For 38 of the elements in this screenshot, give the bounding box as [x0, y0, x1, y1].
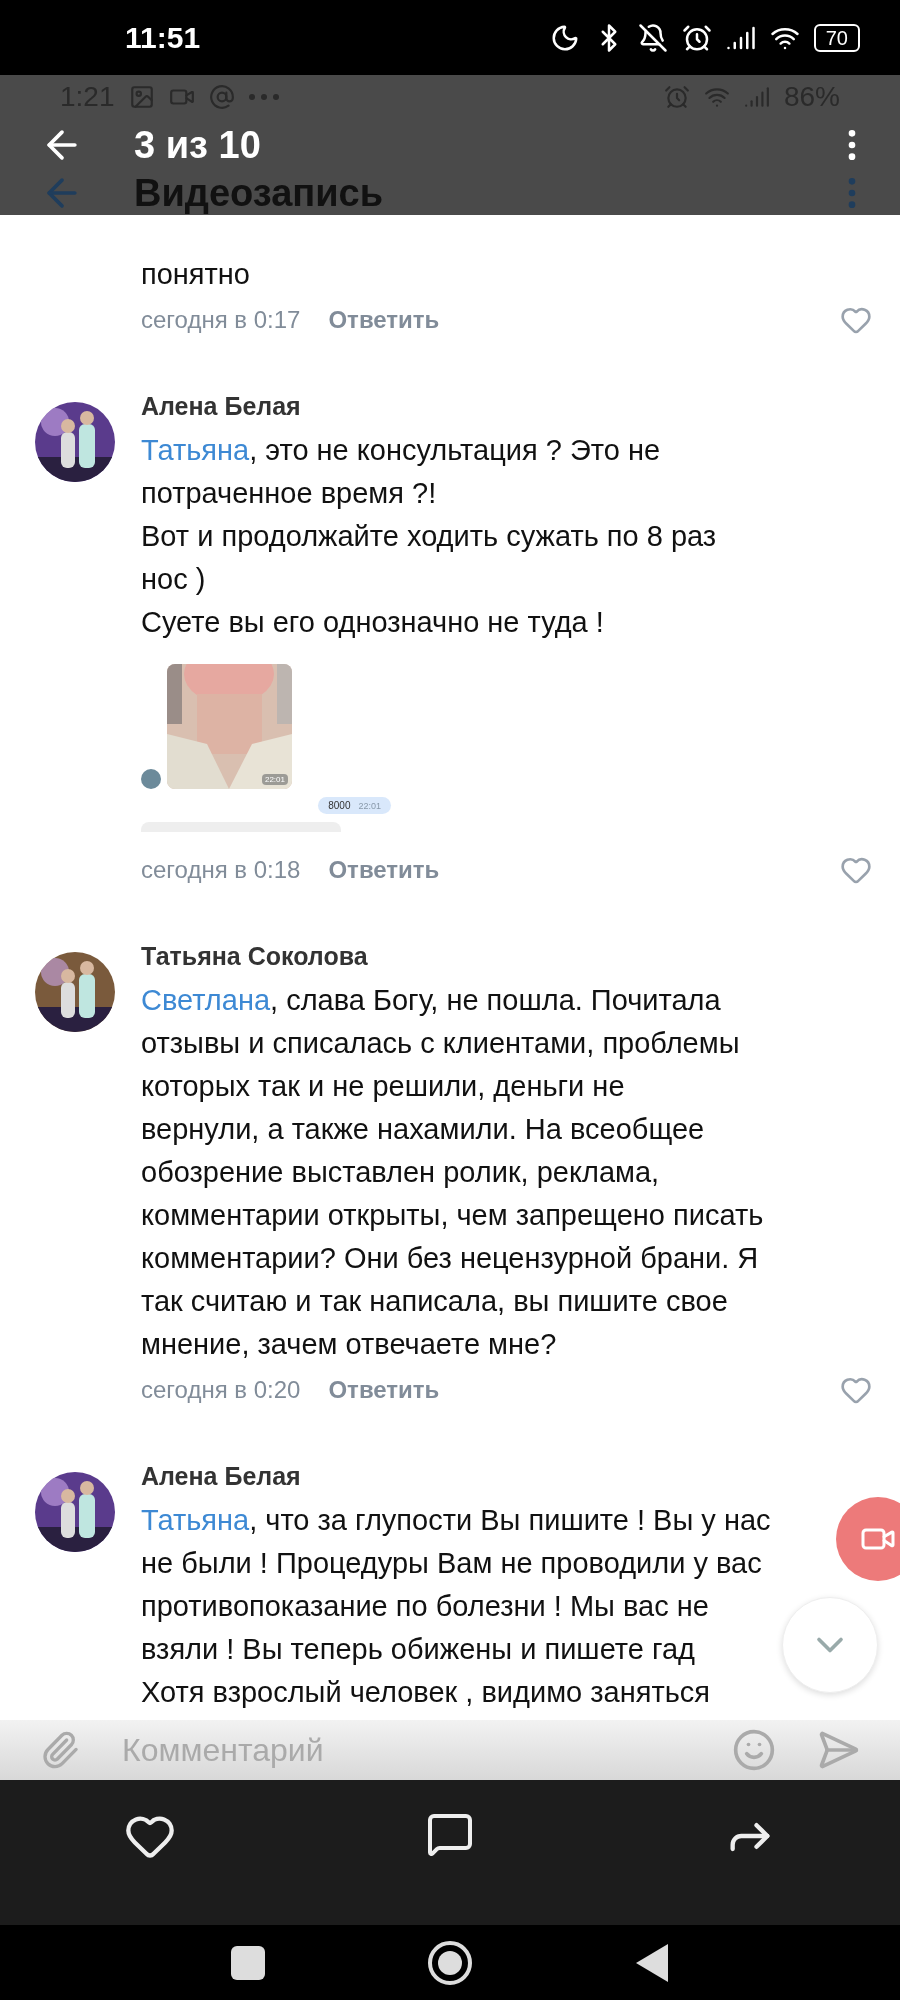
- ellipsis-icon: [248, 94, 279, 100]
- clock: 11:51: [125, 20, 202, 55]
- comment-text: понятно: [141, 257, 251, 292]
- page-title: Видеозапись: [134, 171, 385, 215]
- recents-button[interactable]: [230, 1944, 266, 1981]
- comment-bar[interactable]: Комментарий: [0, 1720, 900, 1780]
- bell-off-icon: [637, 22, 668, 53]
- home-button[interactable]: [426, 1938, 474, 1987]
- author-name[interactable]: Алена Белая: [141, 392, 872, 421]
- battery-icon: 70: [813, 23, 860, 52]
- message-text: 8000: [328, 800, 351, 811]
- mention-link[interactable]: Татьяна: [141, 1504, 250, 1536]
- mention-link[interactable]: Светлана: [141, 984, 271, 1016]
- image-icon: [128, 84, 155, 110]
- signal-icon: [743, 84, 770, 110]
- attach-icon[interactable]: [40, 1730, 80, 1770]
- author-name[interactable]: Алена Белая: [141, 1462, 872, 1491]
- back-button[interactable]: [634, 1941, 670, 1984]
- comment-time: сегодня в 0:18: [141, 856, 301, 884]
- emoji-icon[interactable]: [732, 1728, 776, 1772]
- sender-avatar: [141, 769, 161, 789]
- video-button[interactable]: [836, 1497, 900, 1581]
- message-time: 22:01: [358, 800, 381, 811]
- alarm-icon: [663, 84, 690, 110]
- photo-time: 22:01: [261, 774, 288, 785]
- comment-time: сегодня в 0:17: [141, 306, 301, 334]
- reply-link[interactable]: Ответить: [328, 306, 440, 334]
- reply-link[interactable]: Ответить: [328, 1376, 440, 1404]
- photo-counter: 3 из 10: [134, 123, 262, 167]
- alarm-icon: [681, 22, 712, 53]
- comment-field[interactable]: Комментарий: [120, 1730, 692, 1770]
- comment-text: Татьяна, это не консультация ? Это не потраченное время ?! Вот и продолжайте ходить сужать по 8 раз нос ) Суете вы его однозначно не туда !: [141, 433, 718, 640]
- mention-link[interactable]: Татьяна: [141, 434, 250, 466]
- reply-link[interactable]: Ответить: [328, 856, 440, 884]
- author-name[interactable]: Татьяна Соколова: [141, 942, 872, 971]
- at-icon: [208, 84, 235, 110]
- comment-text: Светлана, слава Богу, не пошла. Почитала отзывы и списалась с клиентами, проблемы которых так и не решили, деньги не вернули, а также нахамили. На всеобщее обозрение выставлен ролик, реклама, комментарии открыты, чем запрещено писать комментарии? Они без нецензурной брани. Я так считаю и так написала, вы пишите свое мнение, зачем отвечаете мне?: [141, 983, 765, 1362]
- comment-time: сегодня в 0:20: [141, 1376, 301, 1404]
